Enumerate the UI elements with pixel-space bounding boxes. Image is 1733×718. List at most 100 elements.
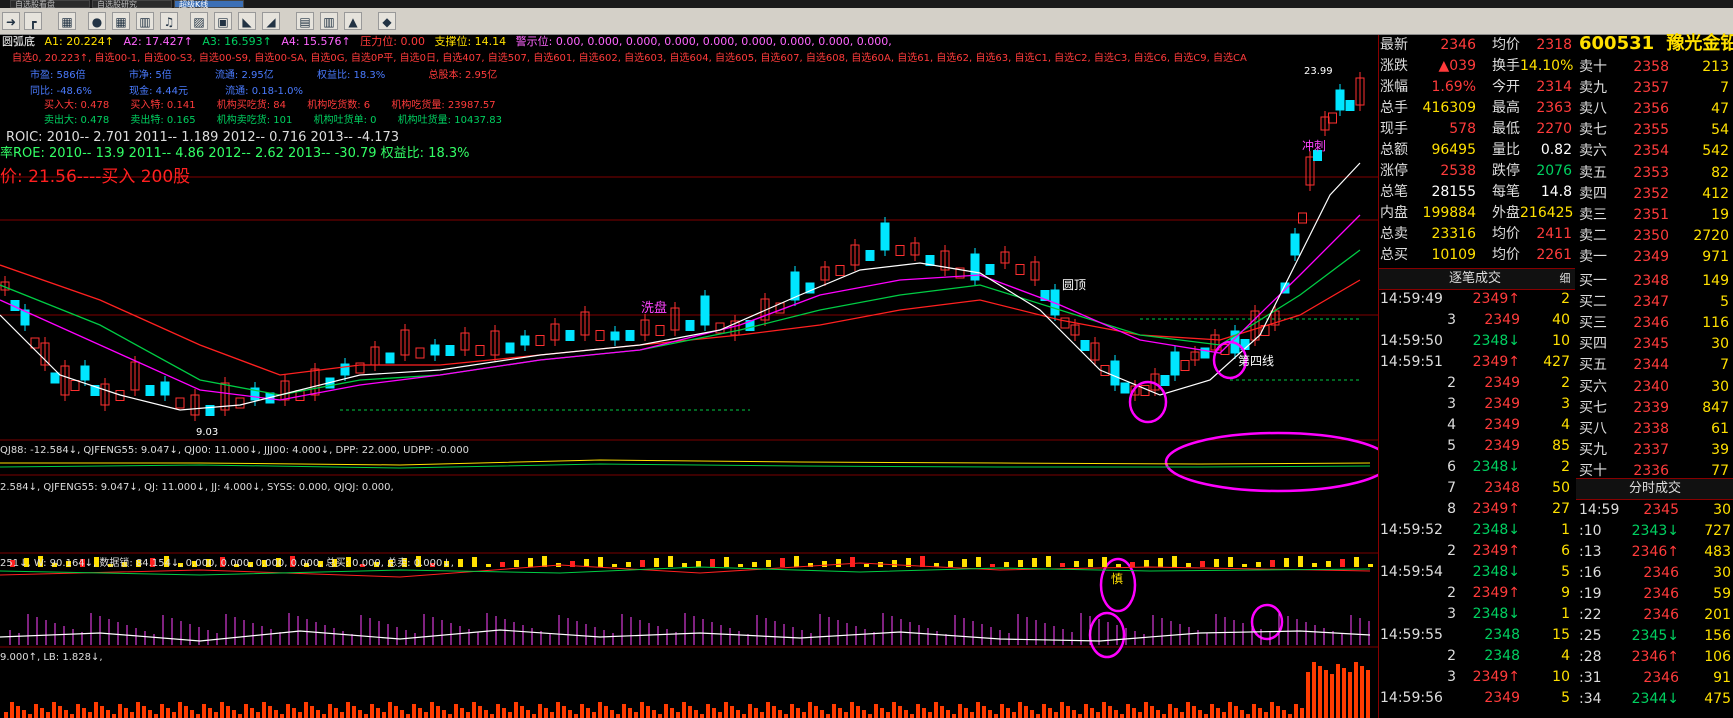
tick-time: 2 xyxy=(1447,648,1456,664)
book-price: 2349 xyxy=(1633,248,1669,265)
doc-icon[interactable]: ▤ xyxy=(296,12,314,30)
ticks-detail-button[interactable]: 细 xyxy=(1555,268,1575,290)
volume-bar xyxy=(52,702,56,718)
image-icon[interactable]: ▣ xyxy=(214,12,232,30)
book-qty: 2720 xyxy=(1693,227,1729,244)
tick-qty: 9 xyxy=(1561,585,1570,601)
tick-time: 14:59:51 xyxy=(1380,354,1443,370)
tick-qty: 3 xyxy=(1561,396,1570,412)
candle-body xyxy=(1160,375,1170,386)
indicator-bar xyxy=(1046,556,1051,567)
volume-bar xyxy=(916,704,920,718)
book-label: 买二 xyxy=(1579,294,1607,311)
volume-bar xyxy=(352,706,356,718)
indicator2-header: 2.584↓, QJFENG55: 9.047↓, QJ: 11.000↓, J… xyxy=(0,482,394,493)
volume-bar xyxy=(1084,704,1088,718)
volume-bar xyxy=(274,710,278,718)
book-price: 2340 xyxy=(1633,378,1669,395)
tick-row: 6 2348↓ 2 xyxy=(1380,457,1574,478)
minute-price: 2345↓ xyxy=(1631,628,1679,644)
volume-bar xyxy=(670,708,674,718)
volume-bar xyxy=(820,710,824,718)
minute-qty: 59 xyxy=(1713,586,1731,602)
stat-label: 跌停 xyxy=(1492,163,1520,179)
indicator-bar xyxy=(584,559,589,567)
kline-chart[interactable]: 圆弧底 A1: 20.224↑ A2: 17.427↑ A3: 16.593↑ … xyxy=(0,35,1378,718)
tick-qty: 5 xyxy=(1561,690,1570,706)
stat-value: 2076 xyxy=(1536,163,1572,179)
indicator-bar xyxy=(1004,562,1009,567)
volume-bar xyxy=(1360,666,1364,718)
bell-icon[interactable]: ♫ xyxy=(160,12,178,30)
ask-row: 卖二 2350 2720 xyxy=(1579,226,1733,247)
eye-icon[interactable]: ● xyxy=(88,12,106,30)
stat-label: 每笔 xyxy=(1492,184,1520,200)
measure-icon[interactable]: ◢ xyxy=(262,12,280,30)
chart-icon[interactable]: ▲ xyxy=(344,12,362,30)
diamond-icon[interactable]: ◆ xyxy=(378,12,396,30)
tab-superk[interactable]: 超级K线 xyxy=(174,0,244,9)
minute-price: 2346↑ xyxy=(1631,544,1679,560)
book-label: 卖九 xyxy=(1579,80,1607,97)
volume-bar xyxy=(244,704,248,718)
highlight-ellipse xyxy=(1164,431,1378,493)
stat-value: 0.82 xyxy=(1540,142,1572,158)
book-label: 买七 xyxy=(1579,399,1607,416)
volume-bar xyxy=(1204,714,1208,718)
book-label: 卖一 xyxy=(1579,248,1607,265)
tab-watchlist[interactable]: 自选股看盘 xyxy=(10,0,90,9)
volume-bar xyxy=(448,714,452,718)
volume-bar xyxy=(580,704,584,718)
candle-body xyxy=(880,222,890,251)
grid-icon[interactable]: ▦ xyxy=(58,12,76,30)
volume-bar xyxy=(226,706,230,718)
minute-price: 2346 xyxy=(1643,586,1679,602)
stat-value: 96495 xyxy=(1431,142,1476,158)
volume-bar xyxy=(1156,710,1160,718)
wash-label: 洗盘 xyxy=(641,301,668,316)
indicator-bar xyxy=(850,557,855,567)
volume-bar xyxy=(58,706,62,718)
volume-bar xyxy=(628,708,632,718)
volume-bar xyxy=(1246,714,1250,718)
volume-bar xyxy=(1282,710,1286,718)
grid-icon[interactable]: ▦ xyxy=(112,12,130,30)
minute-row: :16 2346 30 xyxy=(1579,563,1733,584)
arrow-icon[interactable]: ➜ xyxy=(2,12,20,30)
volume-bar xyxy=(1024,706,1028,718)
volume-bar xyxy=(526,710,530,718)
measure-icon[interactable]: ◣ xyxy=(238,12,256,30)
volume-bar xyxy=(184,706,188,718)
volume-bar xyxy=(22,710,26,718)
grid-icon[interactable]: ▥ xyxy=(136,12,154,30)
volume-bar xyxy=(4,712,8,718)
tab-research[interactable]: 自选股研究 xyxy=(92,0,172,9)
volume-bar xyxy=(1180,712,1184,718)
volume-bar xyxy=(508,712,512,718)
tick-qty: 10 xyxy=(1552,669,1570,685)
minute-price: 2343↓ xyxy=(1631,523,1679,539)
tick-time: 14:59:54 xyxy=(1380,564,1443,580)
book-price: 2358 xyxy=(1633,59,1669,75)
volume-bar xyxy=(754,708,758,718)
volume-bar xyxy=(178,702,182,718)
minute-price: 2346↑ xyxy=(1631,649,1679,665)
volume-bar xyxy=(1348,672,1352,718)
stat-value: 28155 xyxy=(1431,184,1476,200)
indicator-bar xyxy=(1354,557,1359,567)
tick-row: 3 2349 40 xyxy=(1380,310,1574,331)
tick-time: 14:59:52 xyxy=(1380,522,1443,538)
stat-value: 2538 xyxy=(1440,163,1476,179)
ma-line-red xyxy=(0,264,1361,376)
title-bar: 自选股看盘 自选股研究 超级K线 xyxy=(0,0,1733,9)
bar-icon[interactable]: ┏ xyxy=(24,12,42,30)
book-label: 买四 xyxy=(1579,336,1607,353)
tick-row: 14:59:55 2348 15 xyxy=(1380,625,1574,646)
report-icon[interactable]: ▥ xyxy=(320,12,338,30)
volume-bar xyxy=(1186,702,1190,718)
quote-stat-row: 涨幅 1.69% 今开 2314 xyxy=(1380,77,1576,98)
volume-bar xyxy=(682,702,686,718)
draw-icon[interactable]: ▨ xyxy=(190,12,208,30)
stat-label: 均价 xyxy=(1492,247,1520,263)
stat-label: 总手 xyxy=(1380,100,1408,116)
